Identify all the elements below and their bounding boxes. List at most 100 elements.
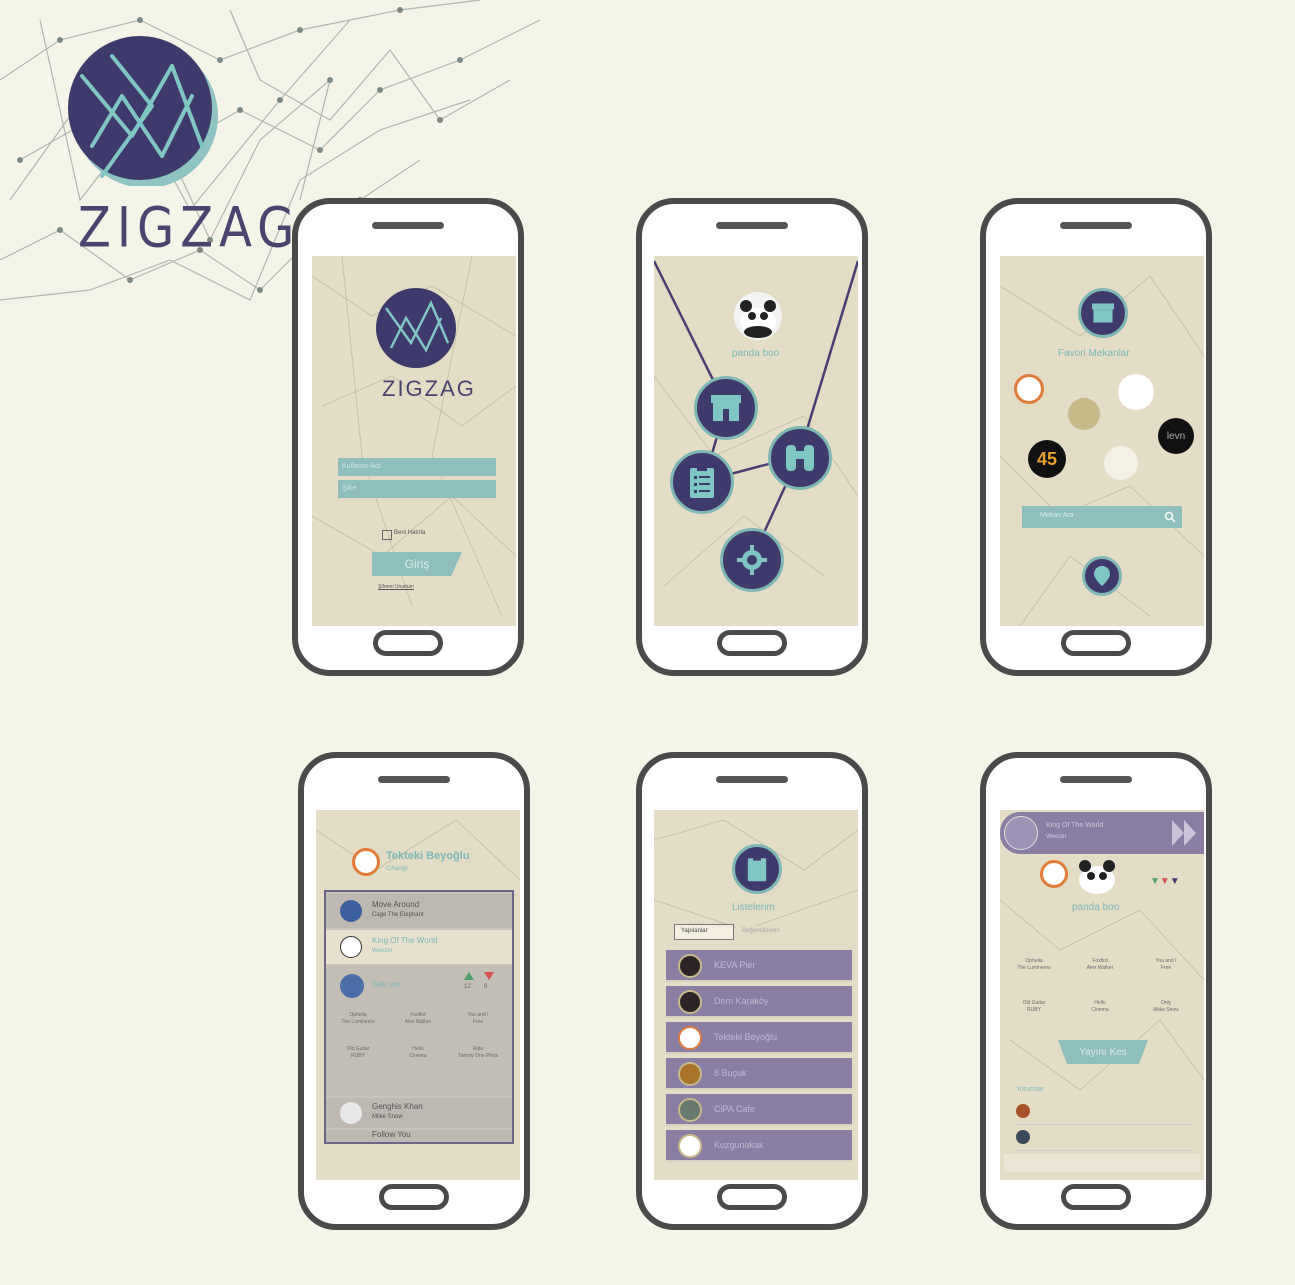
favorite-venue-logo[interactable] bbox=[1014, 374, 1044, 404]
list-item-thumb bbox=[678, 1026, 702, 1050]
song-option-artist: The Lumineers bbox=[1017, 965, 1051, 971]
login-button-label: Giriş bbox=[404, 557, 430, 571]
gear-icon bbox=[737, 545, 767, 575]
list-item[interactable]: Dem Karaköy bbox=[666, 986, 852, 1018]
vote-down-icon[interactable] bbox=[484, 972, 494, 980]
list-item[interactable]: CiPA Cafe bbox=[666, 1094, 852, 1126]
favorite-venue-logo[interactable]: 45 bbox=[1028, 440, 1066, 478]
song-option-artist: The Lumineers bbox=[341, 1019, 375, 1025]
list-item[interactable]: KEVA Pier bbox=[666, 950, 852, 982]
phone-menu: panda boo bbox=[636, 198, 868, 676]
forgot-password-link[interactable]: Şifremi Unuttum bbox=[378, 584, 414, 590]
list-item[interactable]: 8 Buçuk bbox=[666, 1058, 852, 1090]
song-option[interactable]: Ophelia The Lumineers bbox=[334, 1012, 382, 1026]
avatar[interactable] bbox=[734, 292, 782, 340]
list-item[interactable]: Tekteki Beyoğlu bbox=[666, 1022, 852, 1054]
track-row[interactable]: Follow You bbox=[326, 1130, 512, 1142]
song-option[interactable]: Ride Twenty One Pilots bbox=[454, 1046, 502, 1060]
comment-item bbox=[1014, 1102, 1194, 1125]
cocktail-icons: ▼▼▼ bbox=[1150, 876, 1180, 887]
venue-search-input[interactable]: Mekan Ara bbox=[1022, 506, 1182, 528]
track-title: Genghis Khan bbox=[372, 1102, 423, 1111]
favorite-venue-logo[interactable]: levn bbox=[1158, 418, 1194, 454]
phone-speaker bbox=[1060, 222, 1132, 229]
stop-broadcast-label: Yayını Kes bbox=[1079, 1046, 1127, 1058]
favorite-venue-logo[interactable] bbox=[1068, 398, 1100, 430]
song-option-title: Hello bbox=[1094, 1000, 1106, 1006]
panda-icon bbox=[740, 300, 776, 338]
track-title: Move Around bbox=[372, 900, 420, 909]
song-option[interactable]: You and I Free bbox=[1142, 958, 1190, 972]
search-icon bbox=[1164, 511, 1176, 523]
menu-places-button[interactable] bbox=[694, 376, 758, 440]
song-option[interactable]: Ophelia The Lumineers bbox=[1010, 958, 1058, 972]
list-item-thumb bbox=[678, 1098, 702, 1122]
now-playing-cover bbox=[1004, 816, 1038, 850]
song-option-artist: Free bbox=[472, 1019, 484, 1025]
home-button bbox=[1061, 630, 1131, 656]
venue-logo bbox=[1040, 860, 1068, 888]
username-input[interactable]: Kullanıcı Adı bbox=[338, 458, 496, 476]
fast-forward-icon[interactable] bbox=[1170, 818, 1200, 848]
menu-lists-button[interactable] bbox=[670, 450, 734, 514]
login-button[interactable]: Giriş bbox=[372, 552, 462, 576]
song-option[interactable]: Foxfird Alex Walker bbox=[394, 1012, 442, 1026]
song-option-title: Ophelia bbox=[1025, 958, 1043, 964]
zigzag-logo bbox=[68, 36, 218, 186]
favorite-venue-logo[interactable] bbox=[1118, 374, 1154, 410]
song-option[interactable]: Hello Cinema bbox=[1076, 1000, 1124, 1014]
song-option[interactable]: You and I Free bbox=[454, 1012, 502, 1026]
favorite-venue-logo[interactable] bbox=[1104, 446, 1138, 480]
song-option[interactable]: Only Miike Snow bbox=[1142, 1000, 1190, 1014]
song-option[interactable]: Old Guitar RUBY bbox=[334, 1046, 382, 1060]
track-row-expanded[interactable]: Seb ure 12 8 Ophelia The Lumineers Foxfir… bbox=[326, 966, 512, 1096]
now-playing-bar[interactable]: King Of The World Weezer bbox=[1000, 812, 1204, 854]
tab-liked-label: Beğendiklerim bbox=[742, 928, 781, 934]
track-row-playing[interactable]: King Of The World Weezer bbox=[326, 930, 512, 964]
song-option-title: Old Guitar bbox=[346, 1046, 370, 1052]
song-option-title: Hello bbox=[412, 1046, 424, 1052]
remember-checkbox[interactable] bbox=[382, 530, 392, 540]
phone-venue: Tekteki Beyoğlu Cihangir Move Around Cag… bbox=[298, 752, 530, 1230]
menu-screen: panda boo bbox=[654, 256, 858, 626]
song-option-artist: Alex Walker bbox=[404, 1019, 432, 1025]
song-option-title: Old Guitar bbox=[1022, 1000, 1046, 1006]
list-item-thumb bbox=[678, 990, 702, 1014]
menu-discover-button[interactable] bbox=[768, 426, 832, 490]
list-item-label: Kuzgunakak bbox=[714, 1140, 764, 1150]
song-option-title: You and I bbox=[1155, 958, 1177, 964]
now-playing-artist: Weezer bbox=[1046, 834, 1067, 840]
comment-input[interactable] bbox=[1004, 1154, 1200, 1172]
tab-created[interactable]: Yapılanlar bbox=[674, 924, 734, 940]
favorites-screen: Favori Mekanlar 45 levn Mekan Ara bbox=[1000, 256, 1204, 626]
track-row[interactable]: Genghis Khan Miike Snow bbox=[326, 1098, 512, 1128]
avatar[interactable] bbox=[1072, 856, 1122, 896]
vote-up-icon[interactable] bbox=[464, 972, 474, 980]
stop-broadcast-button[interactable]: Yayını Kes bbox=[1058, 1040, 1148, 1064]
home-button bbox=[717, 630, 787, 656]
phone-speaker bbox=[716, 222, 788, 229]
song-option[interactable]: Old Guitar RUBY bbox=[1010, 1000, 1058, 1014]
track-row[interactable]: Move Around Cage The Elephant bbox=[326, 894, 512, 928]
song-option[interactable]: Foxfird Alex Walker bbox=[1076, 958, 1124, 972]
tab-created-label: Yapılanlar bbox=[681, 928, 708, 934]
comment-item bbox=[1014, 1128, 1194, 1151]
track-artist: Miike Snow bbox=[372, 1114, 403, 1120]
menu-settings-button[interactable] bbox=[720, 528, 784, 592]
track-artist: Cage The Elephant bbox=[372, 912, 424, 918]
password-input[interactable]: Şifre bbox=[338, 480, 496, 498]
location-button[interactable] bbox=[1082, 556, 1122, 596]
track-thumbnail bbox=[340, 936, 362, 958]
list-item-label: KEVA Pier bbox=[714, 960, 756, 970]
remember-label: Beni Hatırla bbox=[394, 530, 426, 536]
song-option-artist: RUBY bbox=[1027, 1007, 1041, 1013]
song-option[interactable]: Hello Cinema bbox=[394, 1046, 442, 1060]
panda-icon bbox=[1079, 860, 1115, 894]
vote-up-count: 12 bbox=[464, 984, 471, 990]
comment-avatar bbox=[1016, 1104, 1030, 1118]
phone-favorites: Favori Mekanlar 45 levn Mekan Ara bbox=[980, 198, 1212, 676]
list-item[interactable]: Kuzgunakak bbox=[666, 1130, 852, 1162]
tab-liked[interactable]: Beğendiklerim bbox=[736, 926, 806, 940]
venue-screen: Tekteki Beyoğlu Cihangir Move Around Cag… bbox=[316, 810, 520, 1180]
home-button bbox=[1061, 1184, 1131, 1210]
